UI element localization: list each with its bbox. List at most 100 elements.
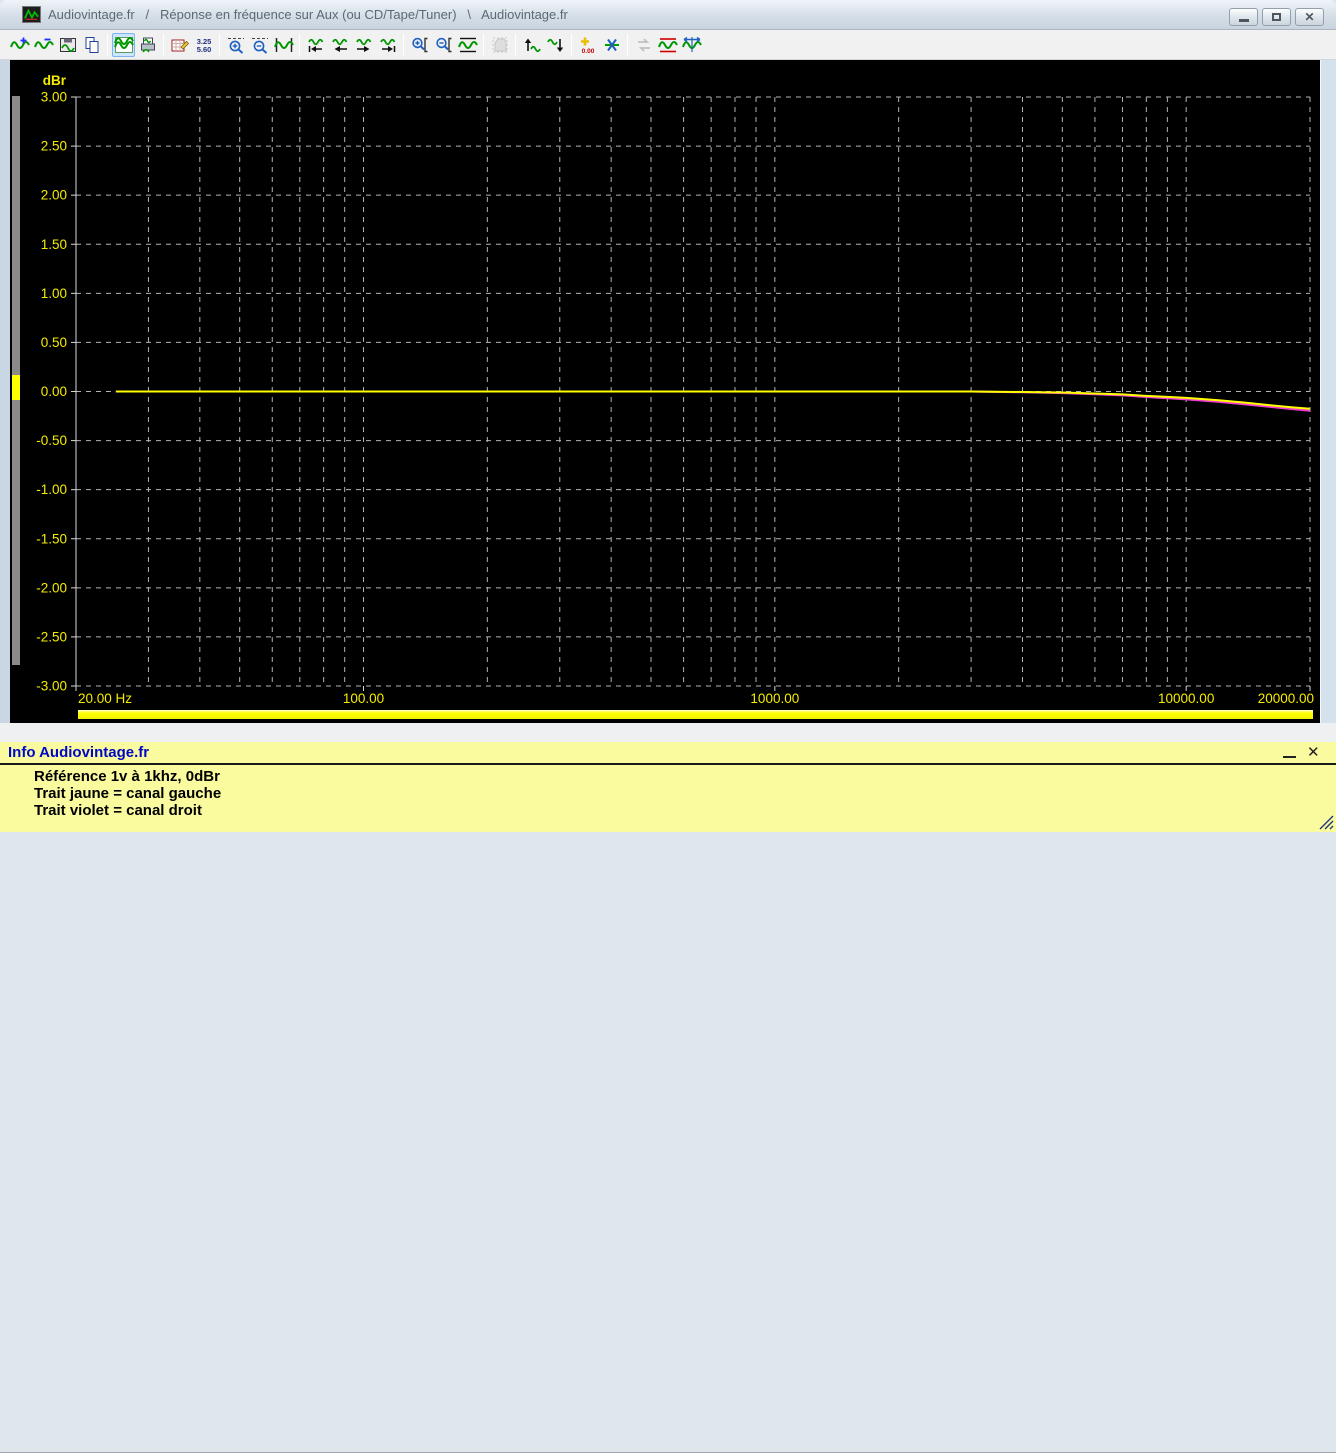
svg-text:-0.50: -0.50 bbox=[36, 433, 67, 448]
svg-text:-1.50: -1.50 bbox=[36, 531, 67, 546]
scroll-to-end-icon bbox=[379, 38, 395, 52]
svg-text:5.60: 5.60 bbox=[196, 45, 211, 54]
svg-text:2.00: 2.00 bbox=[41, 188, 67, 203]
save-curve-button[interactable] bbox=[56, 33, 79, 57]
print-curve-button[interactable] bbox=[136, 33, 159, 57]
toolbar-separator bbox=[571, 33, 572, 56]
toolbar: 3.25 5.60 0.00 bbox=[0, 30, 1336, 60]
info-close-button[interactable]: ✕ bbox=[1307, 743, 1320, 761]
add-trace-icon bbox=[9, 37, 30, 49]
info-minimize-button[interactable] bbox=[1283, 748, 1296, 758]
zoom-out-horizontal-button[interactable] bbox=[248, 33, 271, 57]
show-values-button[interactable]: 3.25 5.60 bbox=[192, 33, 215, 57]
copy-curve-icon bbox=[85, 36, 98, 53]
zoom-in-vertical-icon bbox=[411, 37, 427, 52]
pan-icon bbox=[492, 37, 507, 52]
restore-button[interactable] bbox=[1262, 8, 1291, 26]
toolbar-separator bbox=[403, 33, 404, 56]
copy-curve-button[interactable] bbox=[80, 33, 103, 57]
save-curve-icon bbox=[59, 37, 76, 52]
horizontal-zoom-bar[interactable] bbox=[78, 710, 1313, 719]
minimize-icon bbox=[1238, 18, 1249, 22]
svg-text:1000.00: 1000.00 bbox=[750, 691, 799, 706]
normalize-button[interactable] bbox=[600, 33, 623, 57]
svg-text:0.50: 0.50 bbox=[41, 335, 67, 350]
info-title-rule bbox=[0, 763, 1336, 765]
info-panel-title: Info Audiovintage.fr bbox=[8, 744, 150, 761]
zoom-in-horizontal-button[interactable] bbox=[224, 33, 247, 57]
fit-horizontal-icon bbox=[273, 37, 294, 52]
view-curve-icon bbox=[113, 36, 134, 53]
close-button[interactable]: ✕ bbox=[1295, 8, 1324, 26]
fit-vertical-button[interactable] bbox=[456, 33, 479, 57]
svg-text:-3.00: -3.00 bbox=[36, 679, 67, 694]
zoom-in-horizontal-icon bbox=[227, 37, 244, 54]
view-curve-button[interactable] bbox=[112, 32, 135, 57]
svg-text:dBr: dBr bbox=[43, 73, 67, 88]
resize-grip-icon[interactable] bbox=[1314, 810, 1334, 830]
move-down-button[interactable] bbox=[544, 33, 567, 57]
svg-text:1.00: 1.00 bbox=[41, 286, 67, 301]
toolbar-separator bbox=[627, 33, 628, 56]
remove-trace-button[interactable] bbox=[32, 33, 55, 57]
span-measure-button[interactable] bbox=[680, 33, 703, 57]
svg-text:2.50: 2.50 bbox=[41, 139, 67, 154]
remove-trace-icon bbox=[33, 38, 54, 49]
svg-text:1.50: 1.50 bbox=[41, 237, 67, 252]
svg-text:0.00: 0.00 bbox=[41, 384, 67, 399]
print-curve-icon bbox=[140, 37, 155, 52]
svg-text:0.00: 0.00 bbox=[581, 48, 594, 55]
edit-data-button[interactable] bbox=[168, 33, 191, 57]
move-up-icon bbox=[524, 38, 541, 52]
show-values-icon: 3.255.60 bbox=[196, 37, 211, 54]
info-line-left-channel: Trait jaune = canal gauche bbox=[34, 785, 222, 802]
normalize-icon bbox=[604, 38, 619, 51]
title-bar: Audiovintage.fr / Réponse en fréquence s… bbox=[0, 0, 1336, 30]
fit-vertical-icon bbox=[457, 37, 478, 52]
close-icon: ✕ bbox=[1304, 10, 1315, 24]
zoom-out-horizontal-icon bbox=[251, 37, 268, 54]
plot-area[interactable]: 3.00 2.50 2.00 1.50 1.00 0.50 0.00 -0.50 -1.00 -1… bbox=[10, 60, 1320, 723]
svg-text:-2.50: -2.50 bbox=[36, 629, 67, 644]
vertical-scrollbar[interactable] bbox=[12, 96, 20, 665]
swap-traces-button[interactable] bbox=[632, 33, 655, 57]
scroll-to-end-button[interactable] bbox=[376, 33, 399, 57]
svg-text:100.00: 100.00 bbox=[343, 691, 384, 706]
bottom-strip bbox=[0, 723, 1336, 1454]
reference-level-button[interactable]: 0.00 bbox=[576, 33, 599, 57]
window-frame-right bbox=[1320, 60, 1336, 723]
svg-text:3.00: 3.00 bbox=[41, 90, 67, 105]
toolbar-separator bbox=[483, 33, 484, 56]
info-panel: Info Audiovintage.fr ✕ Référence 1v à 1k… bbox=[0, 742, 1336, 832]
scroll-right-button[interactable] bbox=[352, 33, 375, 57]
scroll-to-start-button[interactable] bbox=[304, 33, 327, 57]
frequency-response-chart: 3.00 2.50 2.00 1.50 1.00 0.50 0.00 -0.50 -1.00 -1… bbox=[36, 73, 1314, 706]
reference-level-icon: 0.00 bbox=[580, 37, 594, 55]
svg-text:-2.00: -2.00 bbox=[36, 580, 67, 595]
swap-traces-icon bbox=[637, 37, 650, 52]
scroll-left-icon bbox=[331, 38, 347, 52]
scroll-left-button[interactable] bbox=[328, 33, 351, 57]
svg-text:10000.00: 10000.00 bbox=[1158, 691, 1214, 706]
toolbar-separator bbox=[299, 33, 300, 56]
zoom-in-vertical-button[interactable] bbox=[408, 33, 431, 57]
edit-data-icon bbox=[171, 39, 189, 51]
minimize-button[interactable] bbox=[1229, 8, 1258, 26]
svg-text:-1.00: -1.00 bbox=[36, 482, 67, 497]
info-line-reference: Référence 1v à 1khz, 0dBr bbox=[34, 768, 220, 785]
zoom-out-vertical-button[interactable] bbox=[432, 33, 455, 57]
app-icon bbox=[22, 6, 41, 23]
vertical-scrollbar-thumb[interactable] bbox=[12, 375, 20, 400]
pan-button[interactable] bbox=[488, 33, 511, 57]
fit-horizontal-button[interactable] bbox=[272, 33, 295, 57]
window-title: Audiovintage.fr / Réponse en fréquence s… bbox=[48, 7, 568, 22]
info-line-right-channel: Trait violet = canal droit bbox=[34, 802, 202, 819]
scroll-right-icon bbox=[355, 38, 371, 52]
limit-lines-button[interactable] bbox=[656, 33, 679, 57]
toolbar-separator bbox=[107, 33, 108, 56]
window-frame-left bbox=[0, 60, 10, 723]
toolbar-separator bbox=[515, 33, 516, 56]
move-down-icon bbox=[546, 38, 563, 52]
add-trace-button[interactable] bbox=[8, 33, 31, 57]
move-up-button[interactable] bbox=[520, 33, 543, 57]
